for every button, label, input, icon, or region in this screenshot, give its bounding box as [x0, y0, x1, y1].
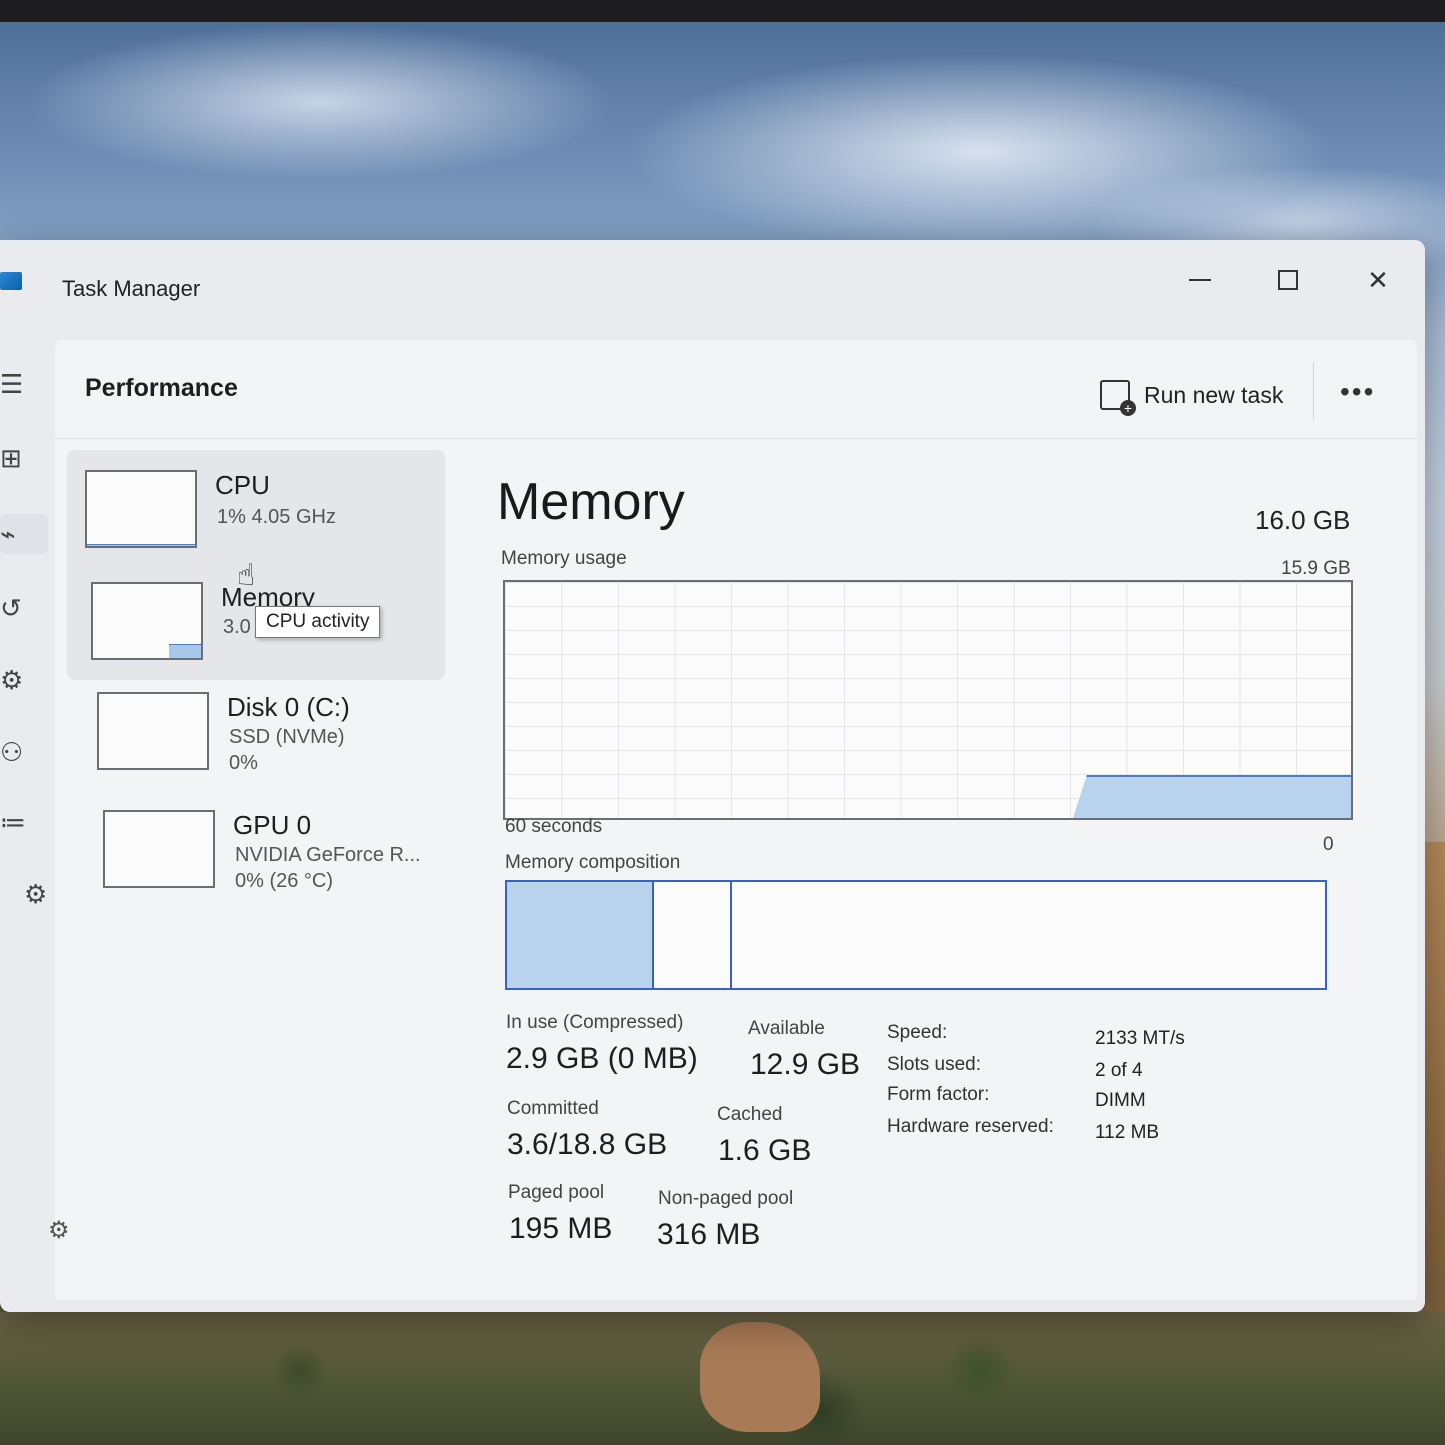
paged-pool-label: Paged pool	[508, 1182, 605, 1203]
composition-modified	[654, 882, 732, 988]
spec-value: 112 MB	[1095, 1122, 1160, 1143]
hand-cursor-icon: ☝	[237, 559, 256, 592]
non-paged-pool-value: 316 MB	[657, 1218, 761, 1251]
page-title: Performance	[85, 374, 238, 402]
processes-icon: ⊞	[0, 442, 22, 473]
memory-composition-bar	[505, 880, 1327, 990]
cpu-thumb-fill	[87, 544, 195, 546]
cpu-thumbnail-graph	[85, 470, 197, 548]
memory-composition-label: Memory composition	[505, 852, 681, 873]
device-detail: SSD (NVMe)	[229, 726, 345, 748]
run-new-task-label: Run new task	[1144, 381, 1284, 408]
cached-value: 1.6 GB	[718, 1134, 812, 1167]
header-rule	[55, 438, 1417, 439]
device-name: GPU 0	[233, 810, 312, 840]
hamburger-menu-icon: ☰	[0, 368, 24, 399]
composition-in-use	[507, 882, 654, 988]
hamburger-menu-button[interactable]: ☰	[0, 364, 48, 404]
available-label: Available	[748, 1018, 825, 1039]
memory-heading: Memory	[497, 473, 685, 531]
task-manager-window: Task Manager ✕ ☰ ⊞ ⌁ ↺ ⚙ ⚇ ≔ ⚙ Performan…	[0, 240, 1425, 1312]
minimize-icon	[1189, 279, 1211, 281]
close-button[interactable]: ✕	[1348, 262, 1408, 298]
rail-details[interactable]: ≔	[0, 802, 48, 842]
device-detail: NVIDIA GeForce R...	[235, 844, 421, 866]
spec-label: Slots used:	[887, 1054, 981, 1075]
memory-usage-label: Memory usage	[501, 548, 627, 569]
window-title: Task Manager	[62, 276, 201, 301]
spec-label: Hardware reserved:	[887, 1116, 1054, 1137]
spec-value: 2 of 4	[1095, 1060, 1143, 1081]
spec-value: DIMM	[1095, 1090, 1146, 1111]
minimize-button[interactable]	[1170, 262, 1230, 298]
non-paged-pool-label: Non-paged pool	[658, 1188, 794, 1209]
maximize-icon	[1278, 270, 1298, 290]
spec-label: Speed:	[887, 1022, 948, 1043]
rail-users[interactable]: ⚇	[0, 732, 48, 772]
details-icon: ≔	[0, 806, 26, 837]
device-gpu-0[interactable]: GPU 0 NVIDIA GeForce R... 0% (26 °C)	[103, 810, 483, 910]
paged-pool-value: 195 MB	[509, 1212, 613, 1245]
run-new-task-button[interactable]: Run new task	[1100, 380, 1284, 416]
spec-label: Form factor:	[887, 1084, 990, 1105]
available-value: 12.9 GB	[750, 1048, 861, 1081]
cached-label: Cached	[717, 1104, 783, 1125]
committed-label: Committed	[507, 1098, 599, 1119]
run-task-icon	[1100, 380, 1136, 416]
device-name: Disk 0 (C:)	[227, 692, 350, 722]
device-usage: 0%	[229, 752, 258, 774]
services-icon: ⚙	[24, 878, 48, 909]
startup-apps-icon: ⚙	[0, 664, 24, 695]
task-manager-app-icon	[0, 272, 22, 290]
performance-icon: ⌁	[0, 518, 16, 549]
wallpaper-rock	[700, 1322, 820, 1432]
app-history-icon: ↺	[0, 592, 22, 623]
device-usage: 0% (26 °C)	[235, 870, 334, 892]
header-divider	[1313, 362, 1314, 420]
memory-usage-fill	[1073, 775, 1351, 818]
device-detail: 1% 4.05 GHz	[217, 506, 336, 528]
tooltip: CPU activity	[255, 606, 381, 638]
rail-startup-apps[interactable]: ⚙	[0, 660, 48, 700]
spec-value: 2133 MT/s	[1095, 1028, 1185, 1049]
memory-thumb-fill	[168, 644, 201, 658]
gpu-thumbnail-graph	[103, 810, 215, 888]
users-icon: ⚇	[0, 736, 24, 767]
memory-thumbnail-graph	[91, 582, 203, 660]
memory-usage-graph	[503, 580, 1353, 820]
performance-page: Performance Run new task ••• CPU 1% 4.05…	[55, 340, 1417, 1300]
more-options-button[interactable]: •••	[1340, 376, 1375, 408]
graph-axis-right-label: 0	[1323, 834, 1334, 855]
close-icon: ✕	[1367, 264, 1389, 295]
device-cpu[interactable]: CPU 1% 4.05 GHz	[85, 470, 465, 570]
device-disk-0[interactable]: Disk 0 (C:) SSD (NVMe) 0%	[97, 692, 477, 792]
memory-total: 16.0 GB	[1255, 505, 1351, 535]
memory-usage-max: 15.9 GB	[1281, 558, 1351, 579]
rail-processes[interactable]: ⊞	[0, 438, 48, 478]
maximize-button[interactable]	[1258, 262, 1318, 298]
disk-thumbnail-graph	[97, 692, 209, 770]
settings-gear-icon[interactable]: ⚙	[48, 1216, 70, 1245]
device-name: CPU	[215, 470, 270, 500]
in-use-value: 2.9 GB (0 MB)	[506, 1042, 698, 1075]
in-use-label: In use (Compressed)	[506, 1012, 684, 1033]
graph-axis-left-label: 60 seconds	[505, 816, 603, 837]
rail-app-history[interactable]: ↺	[0, 588, 48, 628]
rail-performance[interactable]: ⌁	[0, 514, 48, 554]
device-detail: 3.0	[223, 616, 251, 638]
committed-value: 3.6/18.8 GB	[507, 1128, 668, 1161]
